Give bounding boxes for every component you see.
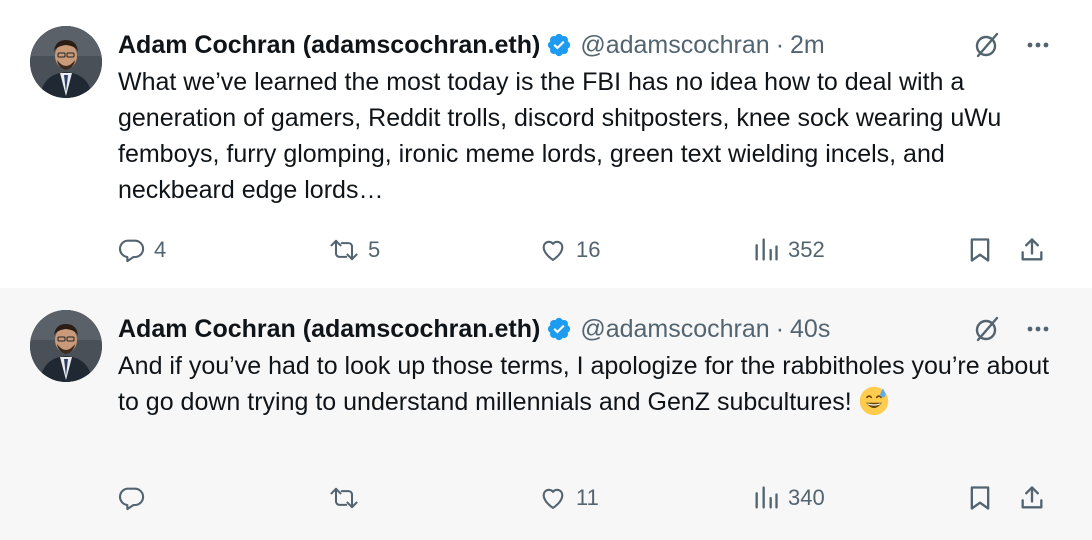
like-count: 11 — [576, 485, 599, 510]
share-icon — [1021, 238, 1043, 261]
bookmark-icon — [970, 486, 990, 510]
like-button[interactable]: 11 — [538, 478, 599, 518]
tweet-header: Adam Cochran (adamscochran.eth) @adamsco… — [118, 28, 825, 62]
grok-icon[interactable] — [972, 314, 1002, 344]
more-icon[interactable] — [1024, 31, 1052, 59]
tweet-top-icons — [972, 314, 1052, 344]
share-button[interactable] — [1018, 478, 1046, 518]
views-button[interactable]: 340 — [752, 478, 825, 518]
like-icon — [542, 488, 564, 509]
separator: · — [775, 30, 785, 59]
tweet-header: Adam Cochran (adamscochran.eth) @adamsco… — [118, 312, 830, 346]
bookmark-button[interactable] — [966, 478, 994, 518]
views-icon — [755, 486, 778, 509]
retweet-button[interactable] — [328, 478, 368, 518]
like-button[interactable]: 16 — [538, 230, 600, 270]
tweet-text: And if you’ve had to look up those terms… — [118, 348, 1058, 420]
like-icon — [542, 240, 564, 261]
verified-badge-icon — [548, 317, 571, 341]
reply-count: 4 — [154, 237, 167, 262]
retweet-count: 5 — [368, 237, 381, 262]
tweet[interactable]: Adam Cochran (adamscochran.eth) @adamsco… — [0, 0, 1092, 288]
share-icon — [1021, 486, 1043, 509]
retweet-icon — [330, 239, 358, 261]
avatar[interactable] — [30, 310, 102, 382]
tweet-actions: 4 5 16 352 — [118, 230, 1058, 270]
separator: · — [775, 314, 785, 343]
tweet[interactable]: Adam Cochran (adamscochran.eth) @adamsco… — [0, 288, 1092, 540]
reply-button[interactable]: 4 — [118, 230, 166, 270]
verified-badge-icon — [548, 33, 571, 57]
reply-icon — [118, 487, 145, 511]
views-count: 340 — [788, 485, 825, 510]
share-button[interactable] — [1018, 230, 1046, 270]
more-icon[interactable] — [1024, 315, 1052, 343]
tweet-actions: 11 340 — [118, 478, 1058, 518]
views-count: 352 — [788, 237, 825, 262]
author-handle[interactable]: @adamscochran — [580, 31, 769, 60]
tweet-text-content: And if you’ve had to look up those terms… — [118, 352, 1050, 416]
timestamp[interactable]: 40s — [790, 315, 830, 344]
like-count: 16 — [576, 237, 601, 262]
reply-button[interactable] — [118, 478, 154, 518]
bookmark-icon — [970, 238, 990, 262]
retweet-icon — [330, 487, 358, 509]
grok-icon[interactable] — [972, 30, 1002, 60]
author-name[interactable]: Adam Cochran (adamscochran.eth) — [118, 315, 540, 344]
reply-icon — [118, 239, 145, 263]
tweet-text: What we’ve learned the most today is the… — [118, 68, 1002, 204]
author-handle[interactable]: @adamscochran — [580, 315, 769, 344]
avatar[interactable] — [30, 26, 102, 98]
views-button[interactable]: 352 — [752, 230, 825, 270]
grinning-sweat-emoji — [859, 386, 888, 416]
bookmark-button[interactable] — [966, 230, 994, 270]
timestamp[interactable]: 2m — [790, 31, 825, 60]
views-icon — [755, 238, 778, 261]
author-name[interactable]: Adam Cochran (adamscochran.eth) — [118, 31, 540, 60]
retweet-button[interactable]: 5 — [328, 230, 380, 270]
tweet-top-icons — [972, 30, 1052, 60]
